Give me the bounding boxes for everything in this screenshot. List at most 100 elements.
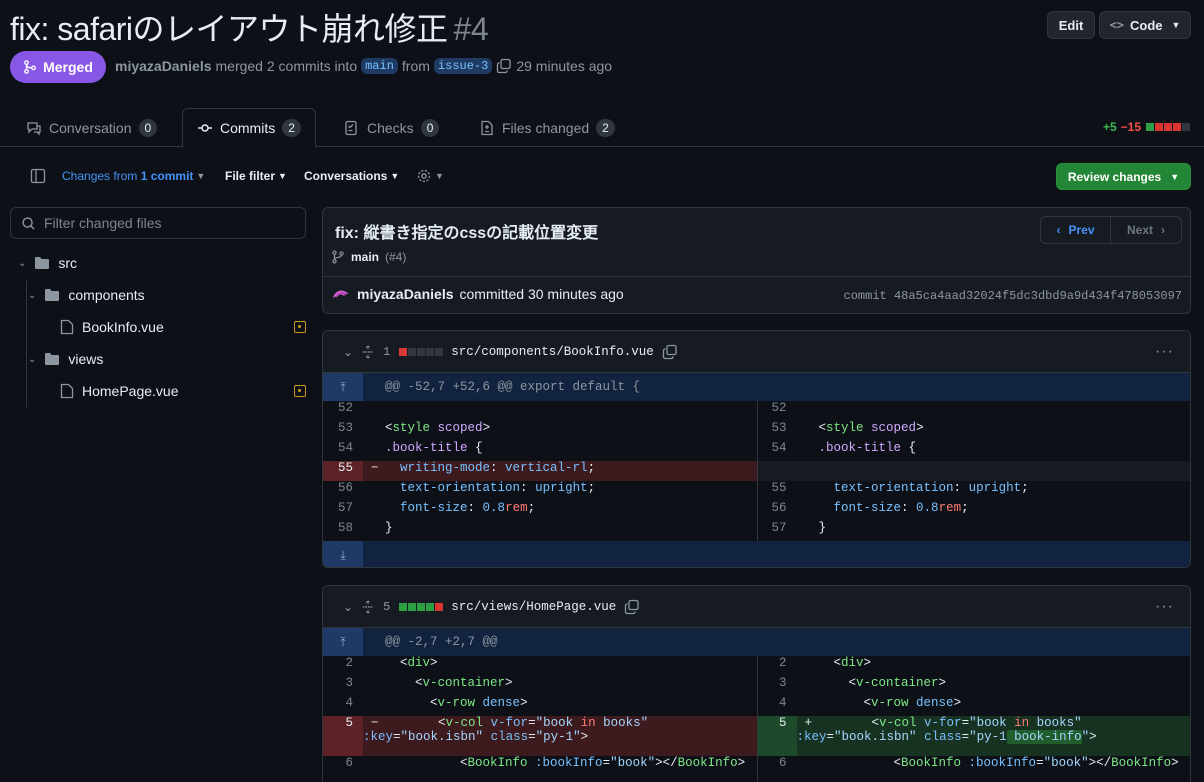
hunk-text: @@ -52,7 +52,6 @@ export default { [385, 380, 641, 394]
commit-icon [198, 124, 212, 132]
file-diffstat-bar [398, 599, 444, 614]
folder-icon [45, 353, 60, 365]
conversations-label: Conversations [304, 169, 388, 183]
tab-count: 0 [420, 118, 440, 137]
chevron-down-icon: ▼ [1170, 171, 1180, 182]
collapse-chevron-icon[interactable]: ⌄ [343, 345, 353, 359]
search-icon [22, 216, 35, 230]
file-diff-bookinfo: ⌄ 1 src/components/BookInfo.vue ··· ⤒ @@… [322, 330, 1191, 568]
diffstat: +5 −15 [1103, 120, 1190, 134]
tab-commits[interactable]: Commits 2 [182, 108, 316, 148]
status-label: Merged [43, 59, 93, 75]
avatar[interactable] [331, 284, 351, 304]
tree-label: components [68, 287, 145, 303]
prev-label: Prev [1068, 223, 1095, 237]
commit-action: committed 30 minutes ago [459, 286, 624, 302]
expand-all-icon[interactable] [361, 344, 375, 359]
chevron-down-icon: ▼ [390, 171, 400, 181]
review-changes-button[interactable]: Review changes ▼ [1056, 163, 1191, 190]
file-diffstat-bar [398, 344, 444, 359]
kebab-menu-icon[interactable]: ··· [1155, 343, 1174, 361]
status-badge: Merged [10, 51, 106, 83]
diffstat-bar [1145, 120, 1190, 134]
edit-button[interactable]: Edit [1047, 11, 1095, 39]
author-link[interactable]: miyazaDaniels [115, 58, 212, 74]
file-filter-dropdown[interactable]: File filter ▼ [225, 166, 287, 186]
diff-settings-button[interactable]: ▼ [416, 166, 444, 186]
tab-conversation[interactable]: Conversation 0 [26, 108, 158, 147]
split-divider [757, 656, 758, 782]
pr-ref[interactable]: (#4) [385, 250, 406, 264]
folder-icon [35, 257, 50, 269]
split-divider [757, 401, 758, 541]
additions-count: +5 [1102, 120, 1117, 134]
file-filter-field[interactable]: Filter changed files [10, 207, 306, 239]
tab-checks[interactable]: Checks 0 [344, 108, 440, 147]
branch-name[interactable]: main [351, 250, 379, 264]
base-branch[interactable]: main [361, 58, 398, 74]
merge-time: 29 minutes ago [516, 58, 613, 74]
kebab-menu-icon[interactable]: ··· [1155, 598, 1174, 616]
hunk-header: ⤒ @@ -52,7 +52,6 @@ export default { [323, 373, 1190, 401]
sidebar-collapse-icon [30, 168, 46, 184]
expand-all-icon[interactable] [361, 599, 375, 614]
next-commit-button[interactable]: Next › [1111, 217, 1181, 243]
deletions-count: −15 [1120, 120, 1141, 134]
expand-down-icon[interactable]: ⤓ [323, 541, 363, 567]
tree-label: BookInfo.vue [82, 319, 164, 335]
sha-value: 48a5ca4aad32024f5dc3dbd9a9d434f478053097 [893, 289, 1182, 303]
prev-commit-button[interactable]: ‹ Prev [1041, 217, 1111, 243]
tree-folder-views[interactable]: ⌄ views [28, 343, 103, 375]
from-text: from [401, 58, 430, 74]
commit-branch: main (#4) [331, 250, 406, 264]
sha-label: commit [843, 289, 887, 303]
checklist-icon [345, 120, 357, 135]
toggle-file-tree-button[interactable] [30, 166, 46, 186]
code-button[interactable]: <> Code ▼ [1099, 11, 1191, 39]
file-path[interactable]: src/views/HomePage.vue [451, 600, 616, 614]
file-path[interactable]: src/components/BookInfo.vue [451, 345, 654, 359]
tab-count: 2 [596, 118, 615, 137]
file-header: ⌄ 5 src/views/HomePage.vue ··· [323, 586, 1190, 628]
git-branch-icon [332, 250, 344, 264]
tree-folder-src[interactable]: ⌄ src [18, 247, 77, 279]
chevron-left-icon: ‹ [1056, 223, 1061, 237]
tab-files-changed[interactable]: Files changed 2 [479, 108, 615, 147]
tree-label: views [68, 351, 104, 367]
divider [323, 276, 1190, 277]
commit-count-label: 1 commit [140, 169, 194, 183]
copy-icon[interactable] [662, 344, 678, 360]
head-branch[interactable]: issue-3 [433, 58, 493, 74]
expand-up-icon[interactable]: ⤒ [323, 373, 363, 401]
code-button-label: Code [1130, 17, 1163, 33]
changes-from-dropdown[interactable]: Changes from 1 commit ▼ [62, 166, 205, 186]
code-icon: <> [1109, 18, 1125, 32]
collapse-chevron-icon[interactable]: ⌄ [343, 600, 353, 614]
chevron-down-icon: ▼ [435, 171, 444, 181]
tree-guide [26, 279, 27, 407]
conversations-dropdown[interactable]: Conversations ▼ [304, 166, 399, 186]
folder-icon [45, 289, 60, 301]
change-count: 1 [383, 344, 391, 359]
copy-icon[interactable] [624, 599, 640, 615]
tree-file-homepage[interactable]: HomePage.vue [60, 375, 179, 407]
tree-folder-components[interactable]: ⌄ components [28, 279, 145, 311]
tab-label: Checks [367, 119, 414, 136]
merged-text: merged 2 commits into [215, 58, 358, 74]
copy-icon[interactable] [496, 58, 512, 74]
chevron-down-icon: ⌄ [28, 353, 37, 365]
chevron-down-icon: ⌄ [28, 289, 37, 301]
pr-tabs: Conversation 0 Commits 2 Checks 0 Files … [0, 108, 1204, 148]
file-header: ⌄ 1 src/components/BookInfo.vue ··· [323, 331, 1190, 373]
merge-icon [24, 60, 36, 74]
commit-author[interactable]: miyazaDaniels [357, 286, 454, 302]
chevron-down-icon: ⌄ [18, 257, 27, 269]
file-icon [60, 319, 74, 335]
file-modified-icon [294, 385, 306, 397]
tree-file-bookinfo[interactable]: BookInfo.vue [60, 311, 164, 343]
hunk-header: ⤒ @@ -2,7 +2,7 @@ [323, 628, 1190, 656]
tree-label: src [58, 255, 78, 271]
expand-up-icon[interactable]: ⤒ [323, 628, 363, 656]
chevron-right-icon: › [1161, 223, 1165, 237]
review-changes-label: Review changes [1067, 169, 1162, 184]
